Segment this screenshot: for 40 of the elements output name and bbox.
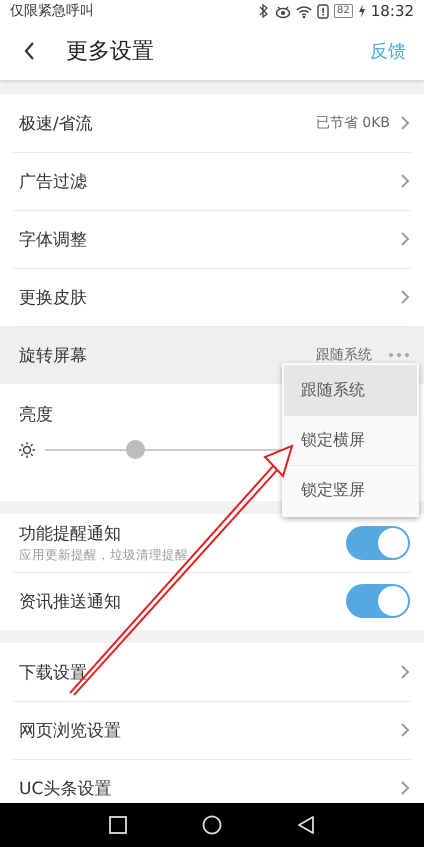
chevron-right-icon [400,780,410,796]
chevron-right-icon [400,289,410,305]
settings-row[interactable]: 更换皮肤 [0,268,424,326]
chevron-right-icon [400,722,410,738]
chevron-right-icon [400,173,410,189]
charging-icon [358,4,366,18]
chevron-right-icon [400,115,410,131]
eye-icon [275,4,292,18]
recents-icon[interactable] [109,816,127,834]
toggle-switch[interactable] [346,526,410,560]
settings-row[interactable]: 网页浏览设置 [0,701,424,759]
slider-thumb[interactable] [126,440,146,459]
page-title: 更多设置 [66,38,154,66]
clock-time: 18:32 [370,2,414,20]
carrier-text: 仅限紧急呼叫 [10,2,94,20]
chevron-right-icon [400,231,410,247]
row-value: 已节省 0KB [316,114,390,132]
settings-row[interactable]: 广告过滤 [0,152,424,210]
row-value: 跟随系统 [316,346,372,364]
menu-item[interactable]: 锁定竖屏 [284,465,417,515]
setting-description: 应用更新提醒，垃圾清理提醒 [19,547,188,564]
menu-item[interactable]: 锁定横屏 [284,415,417,465]
wifi-icon [296,4,312,18]
alert-icon [317,4,330,18]
settings-row[interactable]: UC头条设置 [0,759,424,804]
brightness-label: 亮度 [19,404,53,426]
back-icon[interactable] [24,41,36,61]
chevron-right-icon [400,664,410,680]
toggle-switch[interactable] [346,584,410,618]
home-icon[interactable] [202,815,222,835]
setting-label: 资讯推送通知 [19,590,121,612]
menu-item[interactable]: 跟随系统 [284,365,417,415]
bluetooth-icon [257,3,270,19]
settings-row[interactable]: 字体调整 [0,210,424,268]
settings-row[interactable]: 极速/省流 已节省 0KB [0,94,424,152]
settings-row[interactable]: 下载设置 [0,643,424,701]
sun-icon [19,442,35,458]
setting-label: 功能提醒通知 [19,523,122,545]
battery-level: 82 [334,4,353,18]
back-icon[interactable] [297,816,315,834]
